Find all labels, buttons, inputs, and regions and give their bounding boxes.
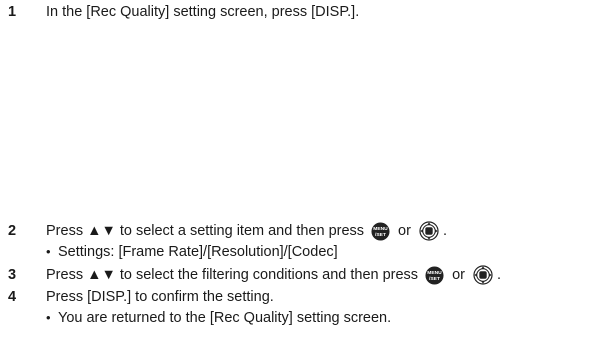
bullet-glyph: • — [46, 244, 51, 259]
svg-text:MENU: MENU — [427, 270, 442, 276]
step-1: 1 In the [Rec Quality] setting screen, p… — [8, 3, 594, 21]
menu-set-button-icon: MENU /SET — [424, 265, 444, 285]
step-number: 1 — [8, 4, 17, 20]
period: . — [496, 267, 501, 283]
menu-set-button-icon: MENU /SET — [370, 221, 390, 241]
step-text: Press [DISP.] to confirm the setting. — [46, 289, 274, 305]
step-number: 2 — [8, 223, 17, 239]
step-text-main: Press ▲▼ to select a setting item and th… — [46, 223, 365, 239]
bullet-glyph: • — [46, 310, 51, 325]
or-text: or — [452, 267, 465, 283]
svg-text:/SET: /SET — [429, 275, 440, 281]
step-number: 4 — [8, 289, 17, 305]
step-4: 4 Press [DISP.] to confirm the setting. — [8, 288, 594, 306]
step-text: Press ▲▼ to select the filtering conditi… — [46, 265, 501, 285]
svg-text:/SET: /SET — [375, 231, 386, 237]
step-2-bullet: • Settings: [Frame Rate]/[Resolution]/[C… — [46, 243, 594, 261]
step-4-bullet: • You are returned to the [Rec Quality] … — [46, 309, 594, 327]
step-text: In the [Rec Quality] setting screen, pre… — [46, 4, 360, 20]
step-text: Press ▲▼ to select a setting item and th… — [46, 221, 447, 241]
control-dial-icon — [473, 265, 493, 285]
step-3: 3 Press ▲▼ to select the filtering condi… — [8, 265, 594, 285]
step-text-main: Press ▲▼ to select the filtering conditi… — [46, 267, 419, 283]
bullet-text: Settings: [Frame Rate]/[Resolution]/[Cod… — [58, 244, 338, 260]
step-number: 3 — [8, 267, 17, 283]
control-dial-icon — [419, 221, 439, 241]
period: . — [442, 223, 447, 239]
svg-text:MENU: MENU — [373, 226, 388, 232]
bullet-text: You are returned to the [Rec Quality] se… — [58, 310, 392, 326]
or-text: or — [398, 223, 411, 239]
step-2: 2 Press ▲▼ to select a setting item and … — [8, 221, 594, 241]
